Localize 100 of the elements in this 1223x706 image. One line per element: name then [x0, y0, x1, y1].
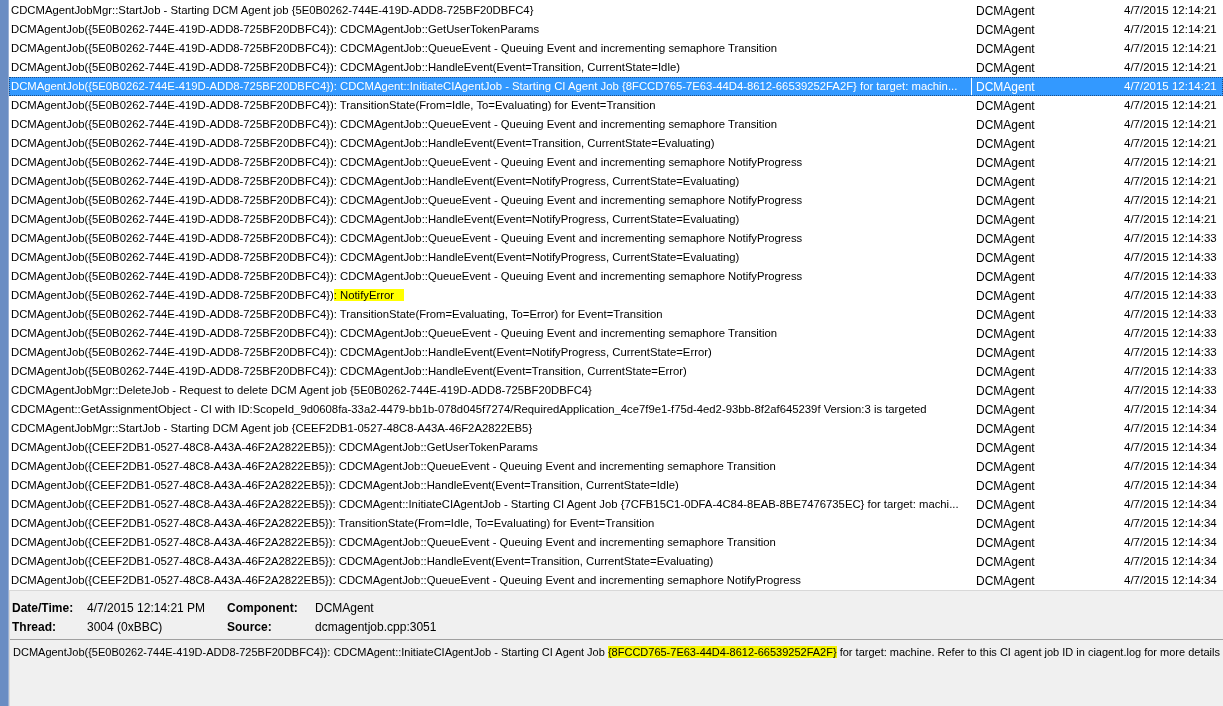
log-message: DCMAgentJob({5E0B0262-744E-419D-ADD8-725BF20DBFC4}): CDCMAgentJob::HandleEvent(Event=NotifyProgress, CurrentState=Evaluating) — [11, 212, 740, 228]
log-component: DCMAgent — [976, 515, 1036, 533]
log-component: DCMAgent — [976, 97, 1036, 115]
log-message: DCMAgentJob({5E0B0262-744E-419D-ADD8-725BF20DBFC4}): TransitionState(From=Idle, To=Evaluating) for Event=Transition — [11, 98, 656, 114]
log-date-time: 4/7/2015 12:14:21 — [1124, 40, 1217, 56]
log-date-time: 4/7/2015 12:14:33 — [1124, 230, 1217, 246]
log-row[interactable]: DCMAgentJob({5E0B0262-744E-419D-ADD8-725BF20DBFC4}): CDCMAgentJob::HandleEvent(Event=NotifyProgress, CurrentState=Error) DCMAgent 4/7/2015 12:14:33 — [9, 343, 1223, 362]
log-row[interactable]: DCMAgentJob({CEEF2DB1-0527-48C8-A43A-46F2A2822EB5}): CDCMAgentJob::QueueEvent - Queuing Event and incrementing semaphore Transition DCMAgent 4/7/2015 12:14:34 — [9, 533, 1223, 552]
log-message: DCMAgentJob({5E0B0262-744E-419D-ADD8-725BF20DBFC4}): CDCMAgentJob::QueueEvent - Queuing Event and incrementing semaphore Transition — [11, 117, 778, 133]
log-date-time: 4/7/2015 12:14:21 — [1124, 78, 1217, 94]
log-row[interactable]: DCMAgentJob({5E0B0262-744E-419D-ADD8-725BF20DBFC4}): CDCMAgentJob::GetUserTokenParams DCMAgent 4/7/2015 12:14:21 — [9, 20, 1223, 39]
field-label: Date/Time: — [12, 600, 75, 616]
log-message: CDCMAgentJobMgr::StartJob - Starting DCM Agent job {5E0B0262-744E-419D-ADD8-725BF20DBFC4} — [11, 3, 534, 19]
log-date-time: 4/7/2015 12:14:21 — [1124, 173, 1217, 189]
log-component: DCMAgent — [976, 382, 1036, 400]
log-component: DCMAgent — [976, 572, 1036, 590]
field-value: 4/7/2015 12:14:21 PM — [87, 600, 207, 616]
log-row[interactable]: DCMAgentJob({5E0B0262-744E-419D-ADD8-725BF20DBFC4}): CDCMAgentJob::QueueEvent - Queuing Event and incrementing semaphore NotifyProgress DCMAgent 4/7/2015 12:14:21 — [9, 191, 1223, 210]
field-label: Source: — [227, 619, 273, 635]
log-row[interactable]: DCMAgentJob({5E0B0262-744E-419D-ADD8-725BF20DBFC4}): CDCMAgentJob::HandleEvent(Event=NotifyProgress, CurrentState=Evaluating) DCMAgent 4/7/2015 12:14:21 — [9, 172, 1223, 191]
log-date-time: 4/7/2015 12:14:33 — [1124, 306, 1217, 322]
log-date-time: 4/7/2015 12:14:33 — [1124, 249, 1217, 265]
log-message: DCMAgentJob({5E0B0262-744E-419D-ADD8-725BF20DBFC4}): CDCMAgentJob::QueueEvent - Queuing Event and incrementing semaphore NotifyProgress — [11, 231, 803, 247]
log-date-time: 4/7/2015 12:14:33 — [1124, 344, 1217, 360]
log-message: CDCMAgentJobMgr::DeleteJob - Request to delete DCM Agent job {5E0B0262-744E-419D-ADD8-725BF20DBFC4} — [11, 383, 592, 399]
log-message: DCMAgentJob({5E0B0262-744E-419D-ADD8-725BF20DBFC4}): CDCMAgentJob::GetUserTokenParams — [11, 22, 540, 38]
log-row[interactable]: DCMAgentJob({CEEF2DB1-0527-48C8-A43A-46F2A2822EB5}): TransitionState(From=Idle, To=Evaluating) for Event=Transition DCMAgent 4/7/2015 12:14:34 — [9, 514, 1223, 533]
log-component: DCMAgent — [976, 211, 1036, 229]
log-row[interactable]: DCMAgentJob({5E0B0262-744E-419D-ADD8-725BF20DBFC4}): CDCMAgentJob::HandleEvent(Event=Transition, CurrentState=Idle) DCMAgent 4/7/2015 12:14:21 — [9, 58, 1223, 77]
log-row[interactable]: CDCMAgentJobMgr::DeleteJob - Request to delete DCM Agent job {5E0B0262-744E-419D-ADD8-725BF20DBFC4} DCMAgent 4/7/2015 12:14:33 — [9, 381, 1223, 400]
log-date-time: 4/7/2015 12:14:21 — [1124, 59, 1217, 75]
log-message: DCMAgentJob({5E0B0262-744E-419D-ADD8-725BF20DBFC4}): CDCMAgentJob::HandleEvent(Event=Transition, CurrentState=Evaluating) — [11, 136, 715, 152]
log-date-time: 4/7/2015 12:14:21 — [1124, 154, 1217, 170]
log-date-time: 4/7/2015 12:14:34 — [1124, 477, 1217, 493]
log-component: DCMAgent — [976, 344, 1036, 362]
log-row[interactable]: DCMAgentJob({CEEF2DB1-0527-48C8-A43A-46F2A2822EB5}): CDCMAgentJob::HandleEvent(Event=Transition, CurrentState=Idle) DCMAgent 4/7/2015 12:14:34 — [9, 476, 1223, 495]
log-component: DCMAgent — [976, 401, 1036, 419]
log-component: DCMAgent — [976, 249, 1036, 267]
log-message: CDCMAgent::GetAssignmentObject - CI with ID:ScopeId_9d0608fa-33a2-4479-bb1b-078d045f7274/RequiredApplication_4ce7f9e1-f75d-4ed2-93bb-8f2af645239f Version:3 is targeted — [11, 402, 927, 418]
log-message: DCMAgentJob({CEEF2DB1-0527-48C8-A43A-46F2A2822EB5}): CDCMAgentJob::HandleEvent(Event=Transition, CurrentState=Idle) — [11, 478, 679, 494]
log-component: DCMAgent — [976, 154, 1036, 172]
log-message: DCMAgentJob({5E0B0262-744E-419D-ADD8-725BF20DBFC4}): CDCMAgentJob::HandleEvent(Event=NotifyProgress, CurrentState=Evaluating) — [11, 250, 740, 266]
log-message: DCMAgentJob({5E0B0262-744E-419D-ADD8-725BF20DBFC4}): CDCMAgentJob::QueueEvent - Queuing Event and incrementing semaphore Transition — [11, 326, 778, 342]
log-row[interactable]: DCMAgentJob({5E0B0262-744E-419D-ADD8-725BF20DBFC4}): TransitionState(From=Idle, To=Evaluating) for Event=Transition DCMAgent 4/7/2015 12:14:21 — [9, 96, 1223, 115]
field-value: 3004 (0xBBC) — [87, 619, 164, 635]
log-component: DCMAgent — [976, 458, 1036, 476]
log-row[interactable]: DCMAgentJob({5E0B0262-744E-419D-ADD8-725BF20DBFC4}): CDCMAgentJob::QueueEvent - Queuing Event and incrementing semaphore NotifyProgress DCMAgent 4/7/2015 12:14:21 — [9, 153, 1223, 172]
log-message: DCMAgentJob({CEEF2DB1-0527-48C8-A43A-46F2A2822EB5}): CDCMAgentJob::HandleEvent(Event=Transition, CurrentState=Evaluating) — [11, 554, 714, 570]
log-date-time: 4/7/2015 12:14:21 — [1124, 2, 1217, 18]
log-component: DCMAgent — [976, 325, 1036, 343]
field-value: dcmagentjob.cpp:3051 — [315, 619, 438, 635]
log-component: DCMAgent — [976, 230, 1036, 248]
log-row[interactable]: DCMAgentJob({5E0B0262-744E-419D-ADD8-725BF20DBFC4}): CDCMAgentJob::HandleEvent(Event=NotifyProgress, CurrentState=Evaluating) DCMAgent 4/7/2015 12:14:33 — [9, 248, 1223, 267]
log-row[interactable]: DCMAgentJob({5E0B0262-744E-419D-ADD8-725BF20DBFC4}): CDCMAgentJob::QueueEvent - Queuing Event and incrementing semaphore Transition DCMAgent 4/7/2015 12:14:33 — [9, 324, 1223, 343]
log-component: DCMAgent — [976, 420, 1036, 438]
log-row[interactable]: DCMAgentJob({5E0B0262-744E-419D-ADD8-725BF20DBFC4}): TransitionState(From=Evaluating, To=Error) for Event=Transition DCMAgent 4/7/2015 12:14:33 — [9, 305, 1223, 324]
log-message: DCMAgentJob({CEEF2DB1-0527-48C8-A43A-46F2A2822EB5}): TransitionState(From=Idle, To=Evaluating) for Event=Transition — [11, 516, 655, 532]
log-row[interactable]: DCMAgentJob({CEEF2DB1-0527-48C8-A43A-46F2A2822EB5}): CDCMAgentJob::GetUserTokenParams DCMAgent 4/7/2015 12:14:34 — [9, 438, 1223, 457]
log-message: DCMAgentJob({5E0B0262-744E-419D-ADD8-725BF20DBFC4}): CDCMAgentJob::HandleEvent(Event=NotifyProgress, CurrentState=Error) — [11, 345, 712, 361]
log-row[interactable]: DCMAgentJob({CEEF2DB1-0527-48C8-A43A-46F2A2822EB5}): CDCMAgentJob::QueueEvent - Queuing Event and incrementing semaphore Transition DCMAgent 4/7/2015 12:14:34 — [9, 457, 1223, 476]
log-date-time: 4/7/2015 12:14:33 — [1124, 325, 1217, 341]
log-message: DCMAgentJob({5E0B0262-744E-419D-ADD8-725BF20DBFC4}): CDCMAgentJob::QueueEvent - Queuing Event and incrementing semaphore NotifyProgress — [11, 193, 803, 209]
log-row[interactable]: CDCMAgent::GetAssignmentObject - CI with ID:ScopeId_9d0608fa-33a2-4479-bb1b-078d045f7274/RequiredApplication_4ce7f9e1-f75d-4ed2-93bb-8f2af645239f Version:3 is targeted DCMAgent 4/7/2015 12:14:34 — [9, 400, 1223, 419]
log-row[interactable]: DCMAgentJob({CEEF2DB1-0527-48C8-A43A-46F2A2822EB5}): CDCMAgentJob::HandleEvent(Event=Transition, CurrentState=Evaluating) DCMAgent 4/7/2015 12:14:34 — [9, 552, 1223, 571]
log-date-time: 4/7/2015 12:14:34 — [1124, 439, 1217, 455]
log-date-time: 4/7/2015 12:14:34 — [1124, 401, 1217, 417]
log-date-time: 4/7/2015 12:14:34 — [1124, 534, 1217, 550]
log-row[interactable]: DCMAgentJob({5E0B0262-744E-419D-ADD8-725BF20DBFC4}): CDCMAgentJob::QueueEvent - Queuing Event and incrementing semaphore Transition DCMAgent 4/7/2015 12:14:21 — [9, 115, 1223, 134]
log-date-time: 4/7/2015 12:14:33 — [1124, 287, 1217, 303]
log-component: DCMAgent — [976, 477, 1036, 495]
log-message: DCMAgentJob({5E0B0262-744E-419D-ADD8-725BF20DBFC4}): CDCMAgentJob::HandleEvent(Event=Transition, CurrentState=Error) — [11, 364, 687, 380]
log-component: DCMAgent — [976, 21, 1036, 39]
log-row[interactable]: CDCMAgentJobMgr::StartJob - Starting DCM Agent job {CEEF2DB1-0527-48C8-A43A-46F2A2822EB5} DCMAgent 4/7/2015 12:14:34 — [9, 419, 1223, 438]
log-row[interactable]: DCMAgentJob({CEEF2DB1-0527-48C8-A43A-46F2A2822EB5}): CDCMAgentJob::QueueEvent - Queuing Event and incrementing semaphore NotifyProgress DCMAgent 4/7/2015 12:14:34 — [9, 571, 1223, 590]
log-component: DCMAgent — [976, 363, 1036, 381]
log-component: DCMAgent — [976, 2, 1036, 20]
log-component: DCMAgent — [976, 173, 1036, 191]
log-row[interactable]: DCMAgentJob({5E0B0262-744E-419D-ADD8-725BF20DBFC4}): CDCMAgentJob::HandleEvent(Event=Transition, CurrentState=Evaluating) DCMAgent 4/7/2015 12:14:21 — [9, 134, 1223, 153]
log-row[interactable]: DCMAgentJob({5E0B0262-744E-419D-ADD8-725BF20DBFC4}): CDCMAgentJob::HandleEvent(Event=NotifyProgress, CurrentState=Evaluating) DCMAgent 4/7/2015 12:14:21 — [9, 210, 1223, 229]
log-date-time: 4/7/2015 12:14:21 — [1124, 135, 1217, 151]
log-component: DCMAgent — [976, 553, 1036, 571]
field-label: Thread: — [12, 619, 57, 635]
log-date-time: 4/7/2015 12:14:21 — [1124, 116, 1217, 132]
log-component: DCMAgent — [976, 496, 1036, 514]
log-row[interactable]: DCMAgentJob({5E0B0262-744E-419D-ADD8-725BF20DBFC4}): CDCMAgentJob::QueueEvent - Queuing Event and incrementing semaphore NotifyProgress DCMAgent 4/7/2015 12:14:33 — [9, 267, 1223, 286]
log-row[interactable]: DCMAgentJob({5E0B0262-744E-419D-ADD8-725BF20DBFC4}): NotifyError DCMAgent 4/7/2015 12:14:33 — [9, 286, 1223, 305]
log-message: DCMAgentJob({5E0B0262-744E-419D-ADD8-725BF20DBFC4}): CDCMAgentJob::QueueEvent - Queuing Event and incrementing semaphore NotifyProgress — [11, 269, 803, 285]
log-date-time: 4/7/2015 12:14:21 — [1124, 211, 1217, 227]
log-date-time: 4/7/2015 12:14:21 — [1124, 192, 1217, 208]
log-row[interactable]: CDCMAgentJobMgr::StartJob - Starting DCM Agent job {5E0B0262-744E-419D-ADD8-725BF20DBFC4} DCMAgent 4/7/2015 12:14:21 — [9, 1, 1223, 20]
log-component: DCMAgent — [976, 135, 1036, 153]
log-row[interactable]: DCMAgentJob({5E0B0262-744E-419D-ADD8-725BF20DBFC4}): CDCMAgentJob::QueueEvent - Queuing Event and incrementing semaphore Transition DCMAgent 4/7/2015 12:14:21 — [9, 39, 1223, 58]
log-message: DCMAgentJob({5E0B0262-744E-419D-ADD8-725BF20DBFC4}): TransitionState(From=Evaluating, To=Error) for Event=Transition — [11, 307, 663, 323]
log-message: DCMAgentJob({CEEF2DB1-0527-48C8-A43A-46F2A2822EB5}): CDCMAgentJob::QueueEvent - Queuing Event and incrementing semaphore Transition — [11, 459, 776, 475]
log-component: DCMAgent — [976, 78, 1036, 96]
log-row[interactable]: DCMAgentJob({5E0B0262-744E-419D-ADD8-725BF20DBFC4}): CDCMAgentJob::QueueEvent - Queuing Event and incrementing semaphore NotifyProgress DCMAgent 4/7/2015 12:14:33 — [9, 229, 1223, 248]
log-component: DCMAgent — [976, 116, 1036, 134]
log-row[interactable]: DCMAgentJob({CEEF2DB1-0527-48C8-A43A-46F2A2822EB5}): CDCMAgent::InitiateCIAgentJob - Starting CI Agent Job {7CFB15C1-0DFA-4C84-8EAB-8BE7476735EC} for target: machi... DCMAgent 4/7/2015 12:14:34 — [9, 495, 1223, 514]
log-row[interactable]: DCMAgentJob({5E0B0262-744E-419D-ADD8-725BF20DBFC4}): CDCMAgentJob::HandleEvent(Event=Transition, CurrentState=Error) DCMAgent 4/7/2015 12:14:33 — [9, 362, 1223, 381]
log-component: DCMAgent — [976, 268, 1036, 286]
